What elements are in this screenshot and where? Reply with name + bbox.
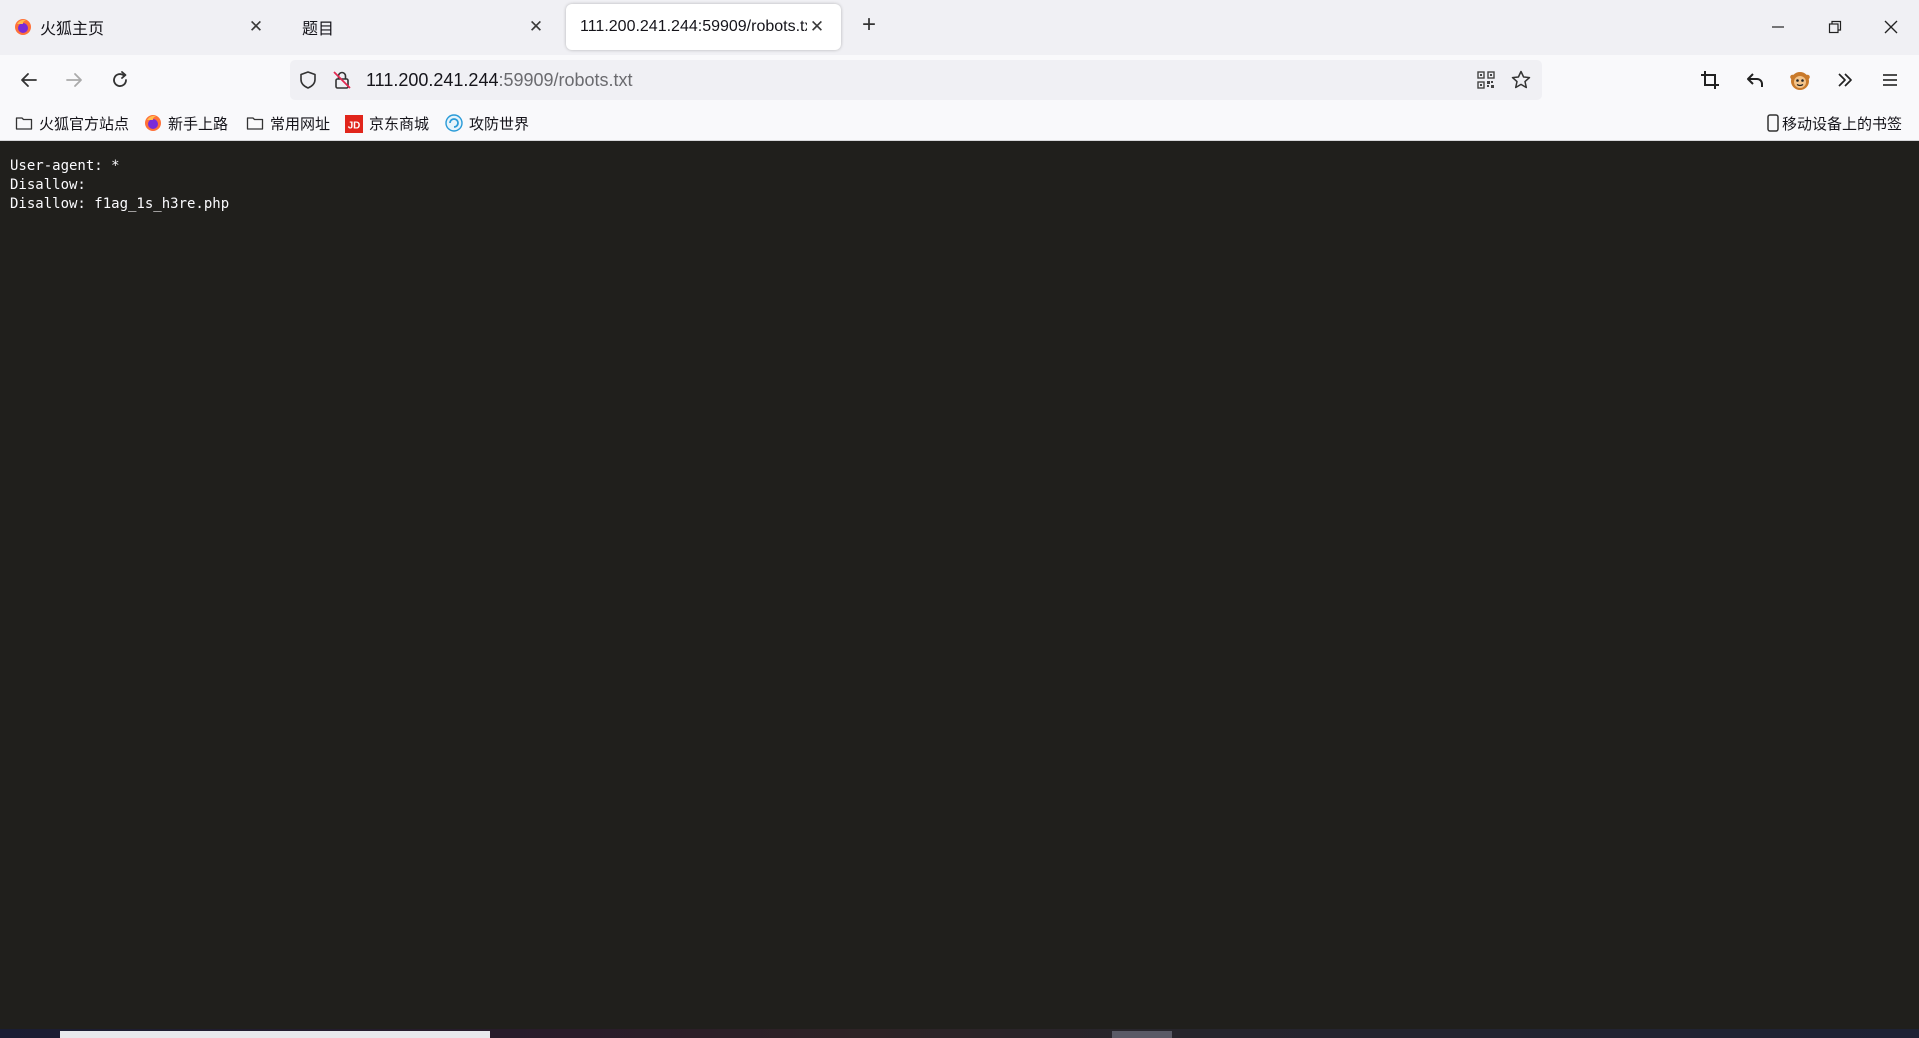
arrow-right-icon [66,73,82,87]
tab-strip: 火狐主页 ✕ 题目 ✕ 111.200.241.244:59909/robots… [0,0,1919,55]
close-icon[interactable]: ✕ [246,17,266,37]
firefox-icon [144,114,162,132]
back-button[interactable] [12,63,46,97]
tab-label: 火狐主页 [40,21,105,38]
more-tools-button[interactable] [1828,63,1862,97]
bookmark-adworld[interactable]: 攻防世界 [445,105,529,141]
crop-icon [1701,71,1719,89]
taskbar-item[interactable] [1112,1031,1172,1038]
folder-icon [15,114,33,132]
close-icon[interactable]: ✕ [526,17,546,37]
undo-arrow-icon [1747,73,1763,87]
robots-txt-content: User-agent: * Disallow: Disallow: f1ag_1… [10,157,229,214]
robots-line-disallow-empty: Disallow: [10,177,86,193]
bookmarks-toolbar: 火狐官方站点 新手上路 常用网址 JD 京东商城 攻防世界 移动设备上的书签 [0,105,1919,141]
close-icon [1884,20,1898,34]
bookmark-label: 京东商城 [369,115,430,133]
restore-icon [1828,20,1842,34]
svg-text:JD: JD [348,121,361,132]
url-text[interactable]: 111.200.241.244:59909/robots.txt [366,60,633,100]
chevron-double-right-icon [1838,73,1852,87]
screenshot-button[interactable] [1693,63,1727,97]
tab-label: 111.200.241.244:59909/robots.txt [580,18,807,35]
tab-label: 题目 [302,21,335,38]
bookmark-getting-started[interactable]: 新手上路 [144,105,228,141]
page-content: User-agent: * Disallow: Disallow: f1ag_1… [0,141,1919,1029]
minimize-button[interactable] [1758,10,1798,44]
bookmark-jd-mall[interactable]: JD 京东商城 [345,105,429,141]
mobile-bookmarks[interactable]: 移动设备上的书签 [1766,105,1902,141]
navigation-toolbar: 111.200.241.244:59909/robots.txt [0,55,1919,105]
bookmark-firefox-official[interactable]: 火狐官方站点 [15,105,129,141]
bookmark-star-icon[interactable] [1510,69,1532,96]
qr-code-icon[interactable] [1476,70,1496,95]
tab-robots-txt[interactable]: 111.200.241.244:59909/robots.txt ✕ [566,4,841,50]
new-tab-button[interactable]: + [856,13,882,39]
tab-problem[interactable]: 题目 ✕ [280,4,560,50]
restore-button[interactable] [1815,10,1855,44]
robots-line-user-agent: User-agent: * [10,158,120,174]
arrow-left-icon [21,73,37,87]
shield-icon[interactable] [298,70,318,95]
tampermonkey-icon [1790,72,1810,90]
tab-firefox-home[interactable]: 火狐主页 ✕ [0,4,280,50]
url-path: :59909/robots.txt [498,70,633,90]
globe-icon [445,114,463,132]
close-window-button[interactable] [1871,10,1911,44]
folder-icon [246,114,264,132]
menu-button[interactable] [1873,63,1907,97]
url-host: 111.200.241.244 [366,70,499,90]
undo-button[interactable] [1738,63,1772,97]
bookmark-label: 新手上路 [168,115,229,133]
bookmark-label: 常用网址 [270,115,331,133]
firefox-icon [14,18,32,36]
jd-icon: JD [345,114,363,133]
taskbar-active-item[interactable] [60,1031,490,1038]
extension-button[interactable] [1783,63,1817,97]
bookmark-label: 火狐官方站点 [39,115,130,133]
address-bar[interactable]: 111.200.241.244:59909/robots.txt [290,60,1542,100]
close-icon[interactable]: ✕ [807,17,827,37]
robots-line-disallow-flag: Disallow: f1ag_1s_h3re.php [10,196,230,212]
taskbar [0,1029,1919,1038]
minimize-icon [1772,26,1784,28]
hamburger-menu-icon [1883,74,1897,86]
bookmark-label: 移动设备上的书签 [1782,115,1903,133]
bookmark-common-sites[interactable]: 常用网址 [246,105,330,141]
mobile-device-icon [1766,114,1780,132]
reload-button[interactable] [103,63,137,97]
insecure-lock-icon[interactable] [332,70,352,95]
forward-button[interactable] [57,63,91,97]
bookmark-label: 攻防世界 [469,115,530,133]
reload-icon [113,71,127,87]
